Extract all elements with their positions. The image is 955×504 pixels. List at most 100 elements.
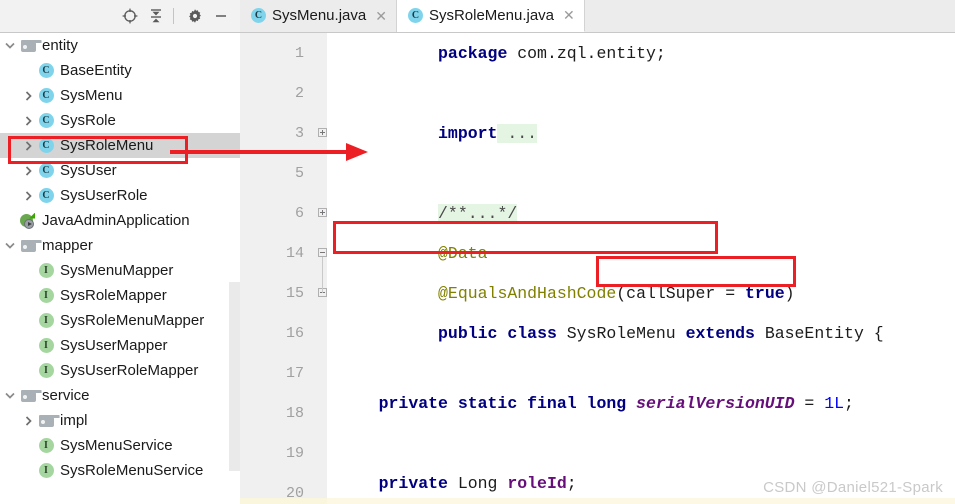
tree-item-sysrole[interactable]: C SysRole [0, 108, 240, 133]
code-line-16: public class SysRoleMenu extends BaseEnt… [327, 313, 955, 353]
interface-icon: I [36, 458, 56, 483]
settings-gear-icon[interactable] [184, 5, 206, 27]
tree-item-label: SysMenuMapper [60, 262, 174, 279]
interface-icon: I [36, 333, 56, 358]
tree-item-sysuserrole[interactable]: C SysUserRole [0, 183, 240, 208]
tree-item-sysrolemenu[interactable]: C SysRoleMenu [0, 133, 240, 158]
tree-item-label: SysRoleMapper [60, 287, 167, 304]
tree-item-sysmenuservice[interactable]: I SysMenuService [0, 433, 240, 458]
project-tree-scrollbar[interactable] [229, 282, 240, 471]
folded-imports[interactable]: ... [497, 123, 538, 143]
tree-item-baseentity[interactable]: C BaseEntity [0, 58, 240, 83]
interface-icon: I [36, 433, 56, 458]
chevron-down-icon[interactable] [2, 233, 18, 258]
editor-tab-label: SysMenu.java [272, 7, 367, 24]
chevron-right-icon[interactable] [20, 183, 36, 208]
collapse-all-icon[interactable] [145, 5, 167, 27]
code-line-3: import ... [327, 113, 955, 153]
tree-item-label: SysMenu [60, 87, 123, 104]
tree-item-entity[interactable]: entity [0, 33, 240, 58]
equals-sign: = [794, 394, 825, 413]
interface-icon: I [36, 308, 56, 333]
keyword-private: private [378, 474, 448, 493]
param-callsuper: callSuper [626, 283, 716, 303]
close-icon[interactable]: ✕ [375, 9, 387, 23]
fold-expand-icon[interactable] [318, 128, 327, 137]
chevron-right-icon[interactable] [20, 408, 36, 433]
tree-item-sysmenumapper[interactable]: I SysMenuMapper [0, 258, 240, 283]
tree-item-impl[interactable]: impl [0, 408, 240, 433]
editor-tab-sysmenu-java[interactable]: C SysMenu.java ✕ [240, 0, 397, 32]
code-line-1: package com.zql.entity; [327, 33, 955, 73]
line-number: 20 [285, 485, 304, 502]
class-icon: C [36, 183, 56, 208]
fold-collapse-icon[interactable] [318, 248, 327, 257]
tree-item-sysrolemenuservice[interactable]: I SysRoleMenuService [0, 458, 240, 483]
folder-icon [18, 33, 42, 58]
folded-javadoc[interactable]: /**...*/ [438, 203, 518, 223]
tree-item-label: SysRoleMenuMapper [60, 312, 205, 329]
semicolon: ; [566, 474, 577, 493]
paren-open: ( [616, 283, 627, 303]
tree-item-sysmenu[interactable]: C SysMenu [0, 83, 240, 108]
tree-item-label: SysRoleMenuService [60, 462, 204, 479]
tree-item-sysuserrolemapper[interactable]: I SysUserRoleMapper [0, 358, 240, 383]
next-line-highlight [327, 498, 955, 504]
annotation-data: @Data [438, 243, 488, 263]
tree-item-label: SysUserRoleMapper [60, 362, 199, 379]
editor-tab-sysrolemenu-java[interactable]: C SysRoleMenu.java ✕ [396, 0, 585, 32]
tree-item-label: SysUserMapper [60, 337, 168, 354]
editor-tab-label: SysRoleMenu.java [428, 6, 555, 24]
close-icon[interactable]: ✕ [563, 8, 575, 22]
tree-item-sysrolemenumapper[interactable]: I SysRoleMenuMapper [0, 308, 240, 333]
line-number: 2 [294, 85, 304, 102]
line-number: 17 [285, 365, 304, 382]
tree-item-label: SysRole [60, 112, 116, 129]
code-content[interactable]: package com.zql.entity; import ... /**..… [327, 33, 955, 504]
fold-expand-icon[interactable] [318, 208, 327, 217]
locate-target-icon[interactable] [119, 5, 141, 27]
literal-true: true [745, 283, 785, 303]
keyword-package: package [438, 43, 508, 63]
tree-item-sysusermapper[interactable]: I SysUserMapper [0, 333, 240, 358]
equals-sign: = [715, 283, 746, 303]
type-long: Long [447, 474, 508, 493]
chevron-right-icon[interactable] [20, 83, 36, 108]
tree-item-sysuser[interactable]: C SysUser [0, 158, 240, 183]
chevron-right-icon[interactable] [20, 158, 36, 183]
interface-icon: I [36, 283, 56, 308]
line-number: 16 [285, 325, 304, 342]
chevron-down-icon[interactable] [2, 383, 18, 408]
editor-tab-bar: C SysMenu.java ✕ C SysRoleMenu.java ✕ [240, 0, 955, 33]
tree-item-javaadminapplication[interactable]: JavaAdminApplication [0, 208, 240, 233]
semicolon: ; [844, 394, 854, 413]
line-number: 14 [285, 245, 304, 262]
tree-item-mapper[interactable]: mapper [0, 233, 240, 258]
class-icon: C [36, 133, 56, 158]
modifiers-serialversionuid: private static final long [378, 394, 627, 413]
tree-item-service[interactable]: service [0, 383, 240, 408]
chevron-right-icon[interactable] [20, 133, 36, 158]
tree-item-label: BaseEntity [60, 62, 132, 79]
project-tree[interactable]: entity C BaseEntity C SysMenu C SysRole C SysRol… [0, 33, 240, 504]
tree-item-sysrolemapper[interactable]: I SysRoleMapper [0, 283, 240, 308]
chevron-right-icon[interactable] [20, 108, 36, 133]
line-number: 1 [294, 45, 304, 62]
line-number: 3 [294, 125, 304, 142]
keyword-extends: extends [685, 323, 755, 343]
spring-boot-icon [18, 208, 38, 233]
tree-item-label: entity [42, 37, 78, 54]
tree-item-label: SysRoleMenu [60, 137, 154, 154]
folder-icon [18, 233, 42, 258]
chevron-down-icon[interactable] [2, 33, 18, 58]
minimize-icon[interactable] [210, 5, 232, 27]
tree-item-label: mapper [42, 237, 93, 254]
tree-item-label: JavaAdminApplication [42, 212, 190, 229]
paren-close: ) [784, 283, 795, 303]
